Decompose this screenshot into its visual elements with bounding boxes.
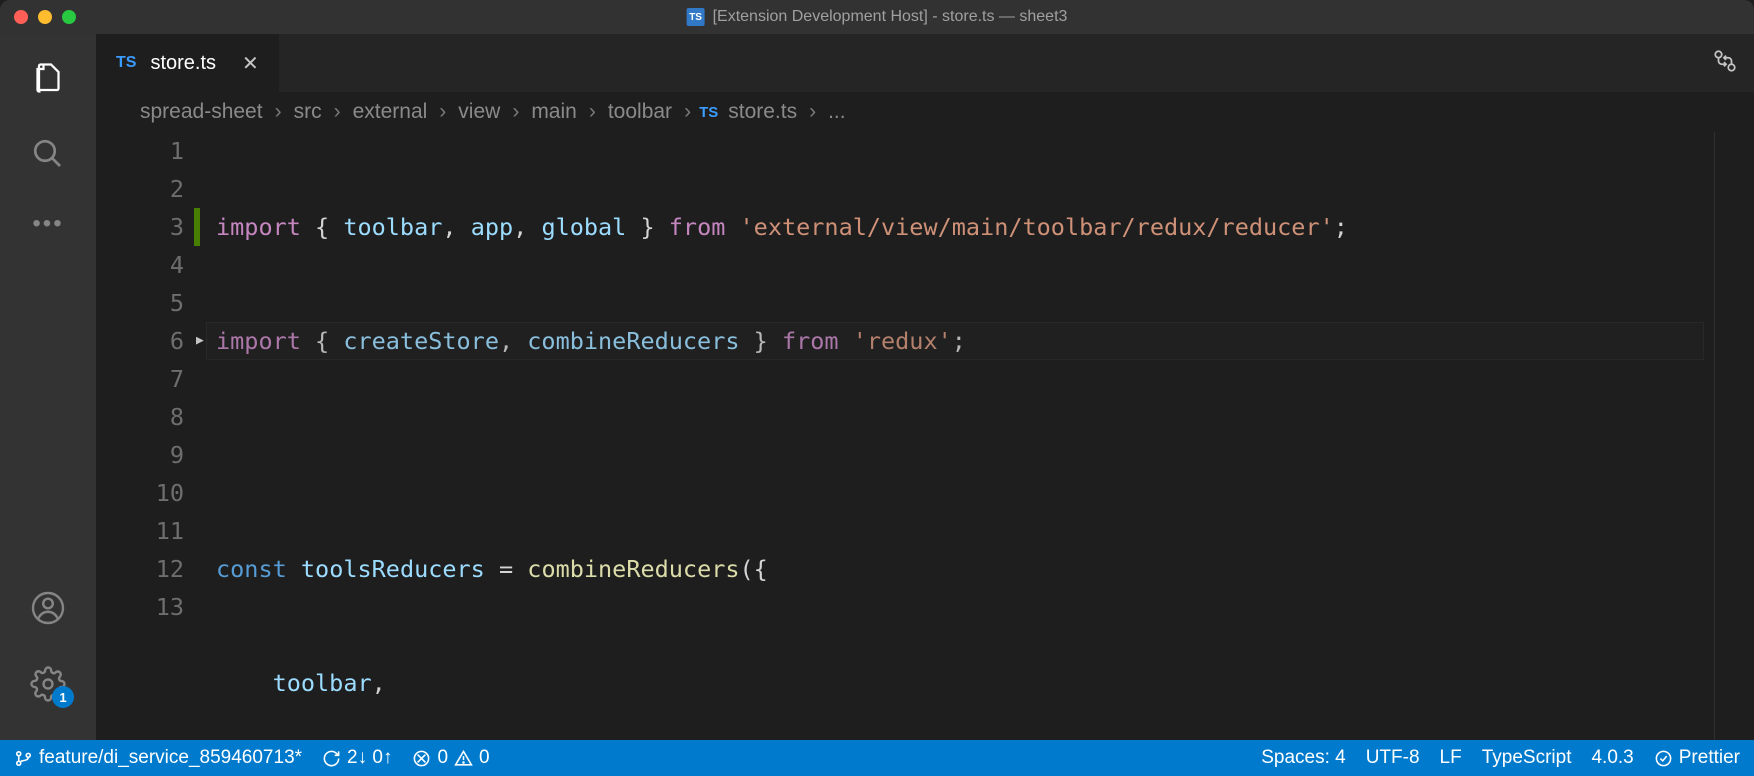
crumb-more[interactable]: ... xyxy=(824,100,850,124)
crumb[interactable]: external xyxy=(349,100,432,124)
tabs-row: TS store.ts ✕ xyxy=(96,34,1754,92)
ts-version-item[interactable]: 4.0.3 xyxy=(1591,747,1633,769)
activity-bar: ••• 1 xyxy=(0,34,96,740)
search-icon[interactable] xyxy=(28,134,68,174)
warning-count: 0 xyxy=(479,747,490,769)
crumb-file[interactable]: store.ts xyxy=(724,100,801,124)
git-branch-item[interactable]: feature/di_service_859460713* xyxy=(14,747,302,769)
settings-badge: 1 xyxy=(52,686,74,708)
tab-store-ts[interactable]: TS store.ts ✕ xyxy=(96,34,279,92)
crumb[interactable]: main xyxy=(527,100,581,124)
prettier-item[interactable]: Prettier xyxy=(1654,747,1740,769)
breadcrumbs[interactable]: spread-sheet› src› external› view› main›… xyxy=(96,92,1754,132)
ts-badge-icon: TS xyxy=(116,54,136,72)
accounts-icon[interactable] xyxy=(28,588,68,628)
titlebar: TS [Extension Development Host] - store.… xyxy=(0,0,1754,34)
error-count: 0 xyxy=(437,747,448,769)
language-item[interactable]: TypeScript xyxy=(1482,747,1572,769)
tab-filename: store.ts xyxy=(150,52,216,75)
minimap[interactable] xyxy=(1714,132,1754,740)
editor-area: TS store.ts ✕ spread-sheet› src› externa… xyxy=(96,34,1754,740)
close-tab-icon[interactable]: ✕ xyxy=(242,51,259,76)
explorer-icon[interactable] xyxy=(28,58,68,98)
code-content[interactable]: import { toolbar, app, global } from 'ex… xyxy=(216,132,1714,740)
eol-item[interactable]: LF xyxy=(1440,747,1462,769)
overflow-icon[interactable]: ••• xyxy=(32,210,63,238)
window-title: TS [Extension Development Host] - store.… xyxy=(687,8,1068,26)
crumb[interactable]: toolbar xyxy=(604,100,676,124)
window-title-text: [Extension Development Host] - store.ts … xyxy=(713,8,1068,26)
ts-badge-icon: TS xyxy=(699,104,718,121)
compare-changes-icon[interactable] xyxy=(1712,48,1738,79)
sync-status: 2↓ 0↑ xyxy=(347,747,392,769)
crumb[interactable]: spread-sheet xyxy=(136,100,267,124)
maximize-window-button[interactable] xyxy=(62,10,76,24)
code-editor[interactable]: 1 2 3 4 5 6 7 8 9 10 11 12 13 import { t… xyxy=(96,132,1754,740)
close-window-button[interactable] xyxy=(14,10,28,24)
statusbar: feature/di_service_859460713* 2↓ 0↑ 0 0 … xyxy=(0,740,1754,776)
indent-item[interactable]: Spaces: 4 xyxy=(1261,747,1346,769)
problems-item[interactable]: 0 0 xyxy=(412,747,489,769)
window-controls xyxy=(0,10,76,24)
sync-item[interactable]: 2↓ 0↑ xyxy=(322,747,392,769)
crumb[interactable]: view xyxy=(454,100,504,124)
git-branch-name: feature/di_service_859460713* xyxy=(39,747,302,769)
encoding-item[interactable]: UTF-8 xyxy=(1366,747,1420,769)
settings-icon[interactable]: 1 xyxy=(28,664,68,704)
ts-file-icon: TS xyxy=(687,8,705,26)
minimize-window-button[interactable] xyxy=(38,10,52,24)
crumb[interactable]: src xyxy=(290,100,326,124)
